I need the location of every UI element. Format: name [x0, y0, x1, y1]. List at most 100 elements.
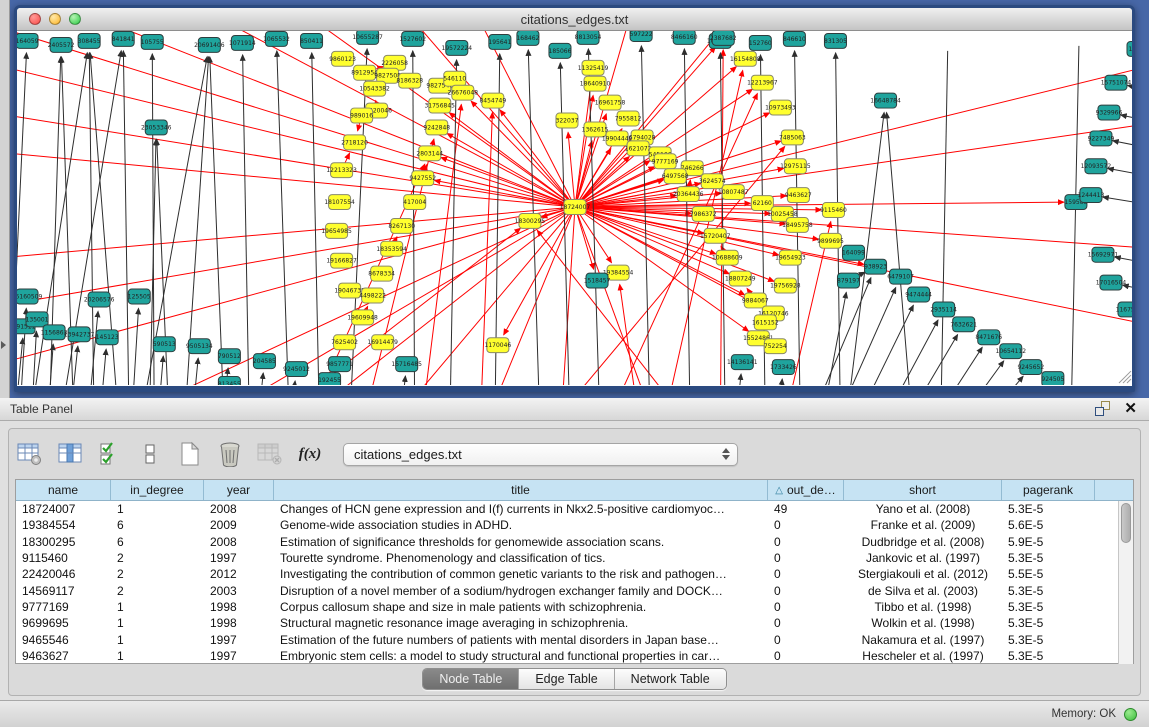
graph-edge[interactable]: [17, 207, 575, 260]
table-cell[interactable]: 5.3E-5: [1002, 502, 1095, 516]
column-header-title[interactable]: title: [274, 480, 768, 500]
graph-edge[interactable]: [820, 292, 846, 385]
table-cell[interactable]: Jankovic et al. (1997): [844, 551, 1002, 565]
table-cell[interactable]: Wolkin et al. (1998): [844, 616, 1002, 630]
graph-edge[interactable]: [620, 284, 640, 385]
table-row[interactable]: 1938455462009Genome-wide association stu…: [16, 517, 1133, 533]
table-row[interactable]: 946362711997Embryonic stem cells: a mode…: [16, 648, 1133, 664]
graph-edge[interactable]: [99, 349, 106, 385]
table-cell[interactable]: 0: [768, 518, 844, 532]
table-cell[interactable]: 6: [111, 535, 204, 549]
resize-grip-icon[interactable]: [1119, 371, 1131, 383]
table-cell[interactable]: 5.3E-5: [1002, 584, 1095, 598]
graph-edge[interactable]: [1128, 85, 1132, 95]
column-header-short[interactable]: short: [844, 480, 1002, 500]
graph-edge[interactable]: [941, 51, 948, 385]
tab-edge-table[interactable]: Edge Table: [518, 669, 613, 689]
table-cell[interactable]: 2009: [204, 518, 274, 532]
table-cell[interactable]: 1997: [204, 633, 274, 647]
table-cell[interactable]: 2: [111, 567, 204, 581]
graph-edge[interactable]: [815, 288, 895, 385]
graph-edge[interactable]: [560, 207, 575, 385]
table-cell[interactable]: 49: [768, 502, 844, 516]
table-cell[interactable]: 5.6E-5: [1002, 518, 1095, 532]
graph-edge[interactable]: [277, 51, 290, 385]
column-header-out_de[interactable]: △out_de…: [768, 480, 844, 500]
graph-edge[interactable]: [1071, 46, 1079, 385]
table-cell[interactable]: 0: [768, 584, 844, 598]
graph-edge[interactable]: [69, 346, 78, 385]
graph-edge[interactable]: [777, 379, 782, 385]
column-header-name[interactable]: name: [16, 480, 111, 500]
table-cell[interactable]: 9115460: [16, 551, 111, 565]
table-cell[interactable]: Tibbo et al. (1998): [844, 600, 1002, 614]
table-row[interactable]: 1830029562008Estimation of significance …: [16, 534, 1133, 550]
graph-edge[interactable]: [1123, 285, 1132, 295]
graph-edge[interactable]: [1108, 168, 1132, 180]
table-cell[interactable]: Hescheler et al. (1997): [844, 649, 1002, 663]
memory-ok-indicator[interactable]: [1124, 708, 1137, 721]
graph-edge[interactable]: [131, 308, 138, 385]
graph-edge[interactable]: [537, 230, 700, 385]
graph-edge[interactable]: [575, 80, 591, 207]
table-cell[interactable]: 14569117: [16, 584, 111, 598]
table-cell[interactable]: 5.3E-5: [1002, 600, 1095, 614]
table-cell[interactable]: Estimation of the future numbers of pati…: [274, 633, 768, 647]
graph-edge[interactable]: [157, 356, 163, 385]
collapsed-control-panel-strip[interactable]: [0, 0, 10, 398]
graph-edge[interactable]: [641, 46, 650, 385]
close-window-button[interactable]: [29, 13, 41, 25]
graph-edge[interactable]: [480, 207, 575, 385]
function-builder-button[interactable]: f(x): [295, 439, 325, 469]
graph-edge[interactable]: [312, 53, 320, 385]
graph-edge[interactable]: [859, 320, 939, 385]
table-cell[interactable]: 5.9E-5: [1002, 535, 1095, 549]
graph-edge[interactable]: [926, 361, 1004, 385]
graph-edge[interactable]: [191, 358, 198, 385]
table-cell[interactable]: de Silva et al. (2003): [844, 584, 1002, 598]
graph-edge[interactable]: [210, 57, 225, 385]
graph-edge[interactable]: [879, 335, 958, 385]
table-cell[interactable]: 1: [111, 502, 204, 516]
table-cell[interactable]: 2: [111, 584, 204, 598]
scrollbar-thumb[interactable]: [1121, 503, 1131, 543]
table-cell[interactable]: Nakamura et al. (1997): [844, 633, 1002, 647]
table-cell[interactable]: 0: [768, 551, 844, 565]
graph-edge[interactable]: [946, 376, 1023, 385]
table-cell[interactable]: 1997: [204, 551, 274, 565]
table-cell[interactable]: Investigating the contribution of common…: [274, 567, 768, 581]
new-column-button[interactable]: [175, 439, 205, 469]
network-view-canvas[interactable]: 1872400711325419186409101696175879558123…: [17, 31, 1132, 385]
table-cell[interactable]: 2003: [204, 584, 274, 598]
splitter-expand-icon[interactable]: [1, 341, 6, 349]
table-cell[interactable]: Genome-wide association studies in ADHD.: [274, 518, 768, 532]
tab-node-table[interactable]: Node Table: [423, 669, 518, 689]
close-panel-icon[interactable]: ✕: [1124, 401, 1137, 416]
graph-edge[interactable]: [123, 51, 129, 385]
graph-edge[interactable]: [790, 278, 871, 385]
column-header-pagerank[interactable]: pagerank: [1002, 480, 1095, 500]
graph-edge[interactable]: [1103, 197, 1132, 208]
table-cell[interactable]: 9465546: [16, 633, 111, 647]
table-cell[interactable]: 9463627: [16, 649, 111, 663]
table-cell[interactable]: 19384554: [16, 518, 111, 532]
table-cell[interactable]: 18300295: [16, 535, 111, 549]
table-cell[interactable]: Estimation of significance thresholds fo…: [274, 535, 768, 549]
table-cell[interactable]: 0: [768, 616, 844, 630]
table-cell[interactable]: 2008: [204, 535, 274, 549]
network-window-titlebar[interactable]: citations_edges.txt: [17, 8, 1132, 31]
delete-column-button[interactable]: [215, 439, 245, 469]
table-settings-button[interactable]: [15, 439, 45, 469]
table-cell[interactable]: 1: [111, 633, 204, 647]
graph-edge[interactable]: [833, 305, 913, 385]
select-all-button[interactable]: [95, 439, 125, 469]
float-panel-icon[interactable]: [1095, 401, 1110, 416]
unselect-all-button[interactable]: [135, 439, 165, 469]
table-cell[interactable]: 5.3E-5: [1002, 616, 1095, 630]
table-cell[interactable]: 5.3E-5: [1002, 551, 1095, 565]
table-cell[interactable]: Yano et al. (2008): [844, 502, 1002, 516]
table-selector-dropdown[interactable]: citations_edges.txt: [343, 443, 738, 466]
graph-edge[interactable]: [400, 376, 406, 385]
column-header-year[interactable]: year: [204, 480, 274, 500]
table-cell[interactable]: 5.5E-5: [1002, 567, 1095, 581]
